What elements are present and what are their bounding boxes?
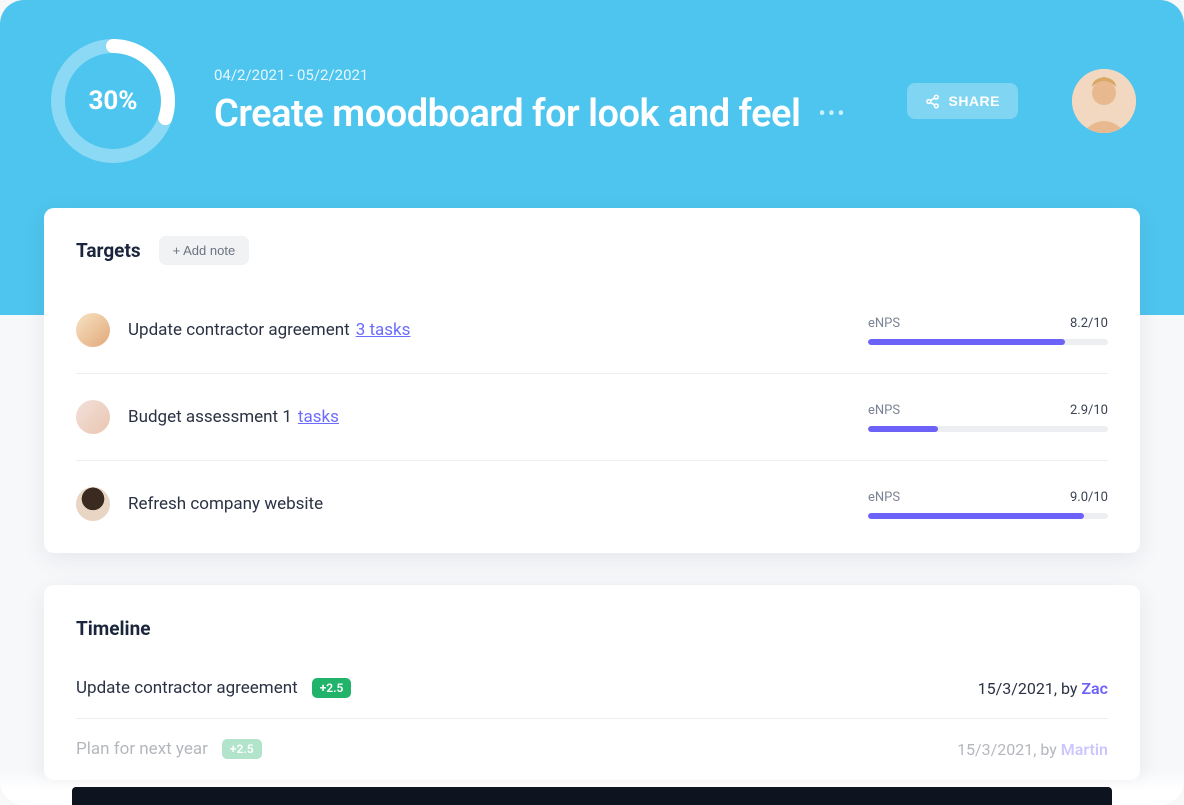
target-name: Budget assessment 1	[128, 407, 292, 427]
share-button[interactable]: SHARE	[907, 83, 1018, 119]
target-name: Update contractor agreement	[128, 320, 350, 340]
timeline-row[interactable]: Plan for next year +2.5 15/3/2021, by Ma…	[76, 719, 1108, 780]
share-icon	[925, 94, 940, 109]
targets-card: Targets + Add note Update contractor agr…	[44, 208, 1140, 553]
avatar	[76, 400, 110, 434]
metric-score: 8.2/10	[1070, 316, 1108, 331]
target-row[interactable]: Update contractor agreement 3 tasks eNPS…	[76, 287, 1108, 374]
progress-percent: 30%	[48, 36, 178, 166]
metric: eNPS 8.2/10	[868, 316, 1108, 345]
timeline-meta: 15/3/2021, by Martin	[957, 740, 1108, 759]
timeline-card: Timeline Update contractor agreement +2.…	[44, 585, 1140, 780]
metric-score: 2.9/10	[1070, 403, 1108, 418]
user-avatar[interactable]	[1072, 69, 1136, 133]
footer-strip	[72, 787, 1112, 805]
progress-bar-fill	[868, 513, 1084, 519]
progress-ring: 30%	[48, 36, 178, 166]
delta-badge: +2.5	[222, 739, 262, 759]
target-row[interactable]: Refresh company website eNPS 9.0/10	[76, 461, 1108, 553]
target-row[interactable]: Budget assessment 1 tasks eNPS 2.9/10	[76, 374, 1108, 461]
avatar	[76, 313, 110, 347]
delta-badge: +2.5	[312, 678, 352, 698]
metric: eNPS 2.9/10	[868, 403, 1108, 432]
metric-score: 9.0/10	[1070, 490, 1108, 505]
metric-label: eNPS	[868, 403, 900, 418]
timeline-author[interactable]: Martin	[1061, 740, 1108, 759]
progress-bar-fill	[868, 339, 1065, 345]
progress-bar-fill	[868, 426, 938, 432]
tasks-link[interactable]: 3 tasks	[356, 320, 411, 340]
tasks-link[interactable]: tasks	[298, 407, 339, 427]
timeline-item-name: Update contractor agreement	[76, 678, 298, 698]
timeline-author[interactable]: Zac	[1081, 679, 1108, 698]
targets-title: Targets	[76, 239, 141, 262]
timeline-row[interactable]: Update contractor agreement +2.5 15/3/20…	[76, 658, 1108, 719]
metric-label: eNPS	[868, 490, 900, 505]
metric: eNPS 9.0/10	[868, 490, 1108, 519]
add-note-button[interactable]: + Add note	[159, 236, 250, 265]
share-label: SHARE	[948, 93, 1000, 109]
more-menu-icon[interactable]: •••	[818, 102, 846, 127]
timeline-meta: 15/3/2021, by Zac	[978, 679, 1108, 698]
page-title: Create moodboard for look and feel	[214, 92, 800, 136]
timeline-item-name: Plan for next year	[76, 739, 208, 759]
metric-label: eNPS	[868, 316, 900, 331]
target-name: Refresh company website	[128, 494, 323, 514]
date-range: 04/2/2021 - 05/2/2021	[214, 66, 871, 84]
timeline-title: Timeline	[76, 617, 1108, 640]
avatar	[76, 487, 110, 521]
